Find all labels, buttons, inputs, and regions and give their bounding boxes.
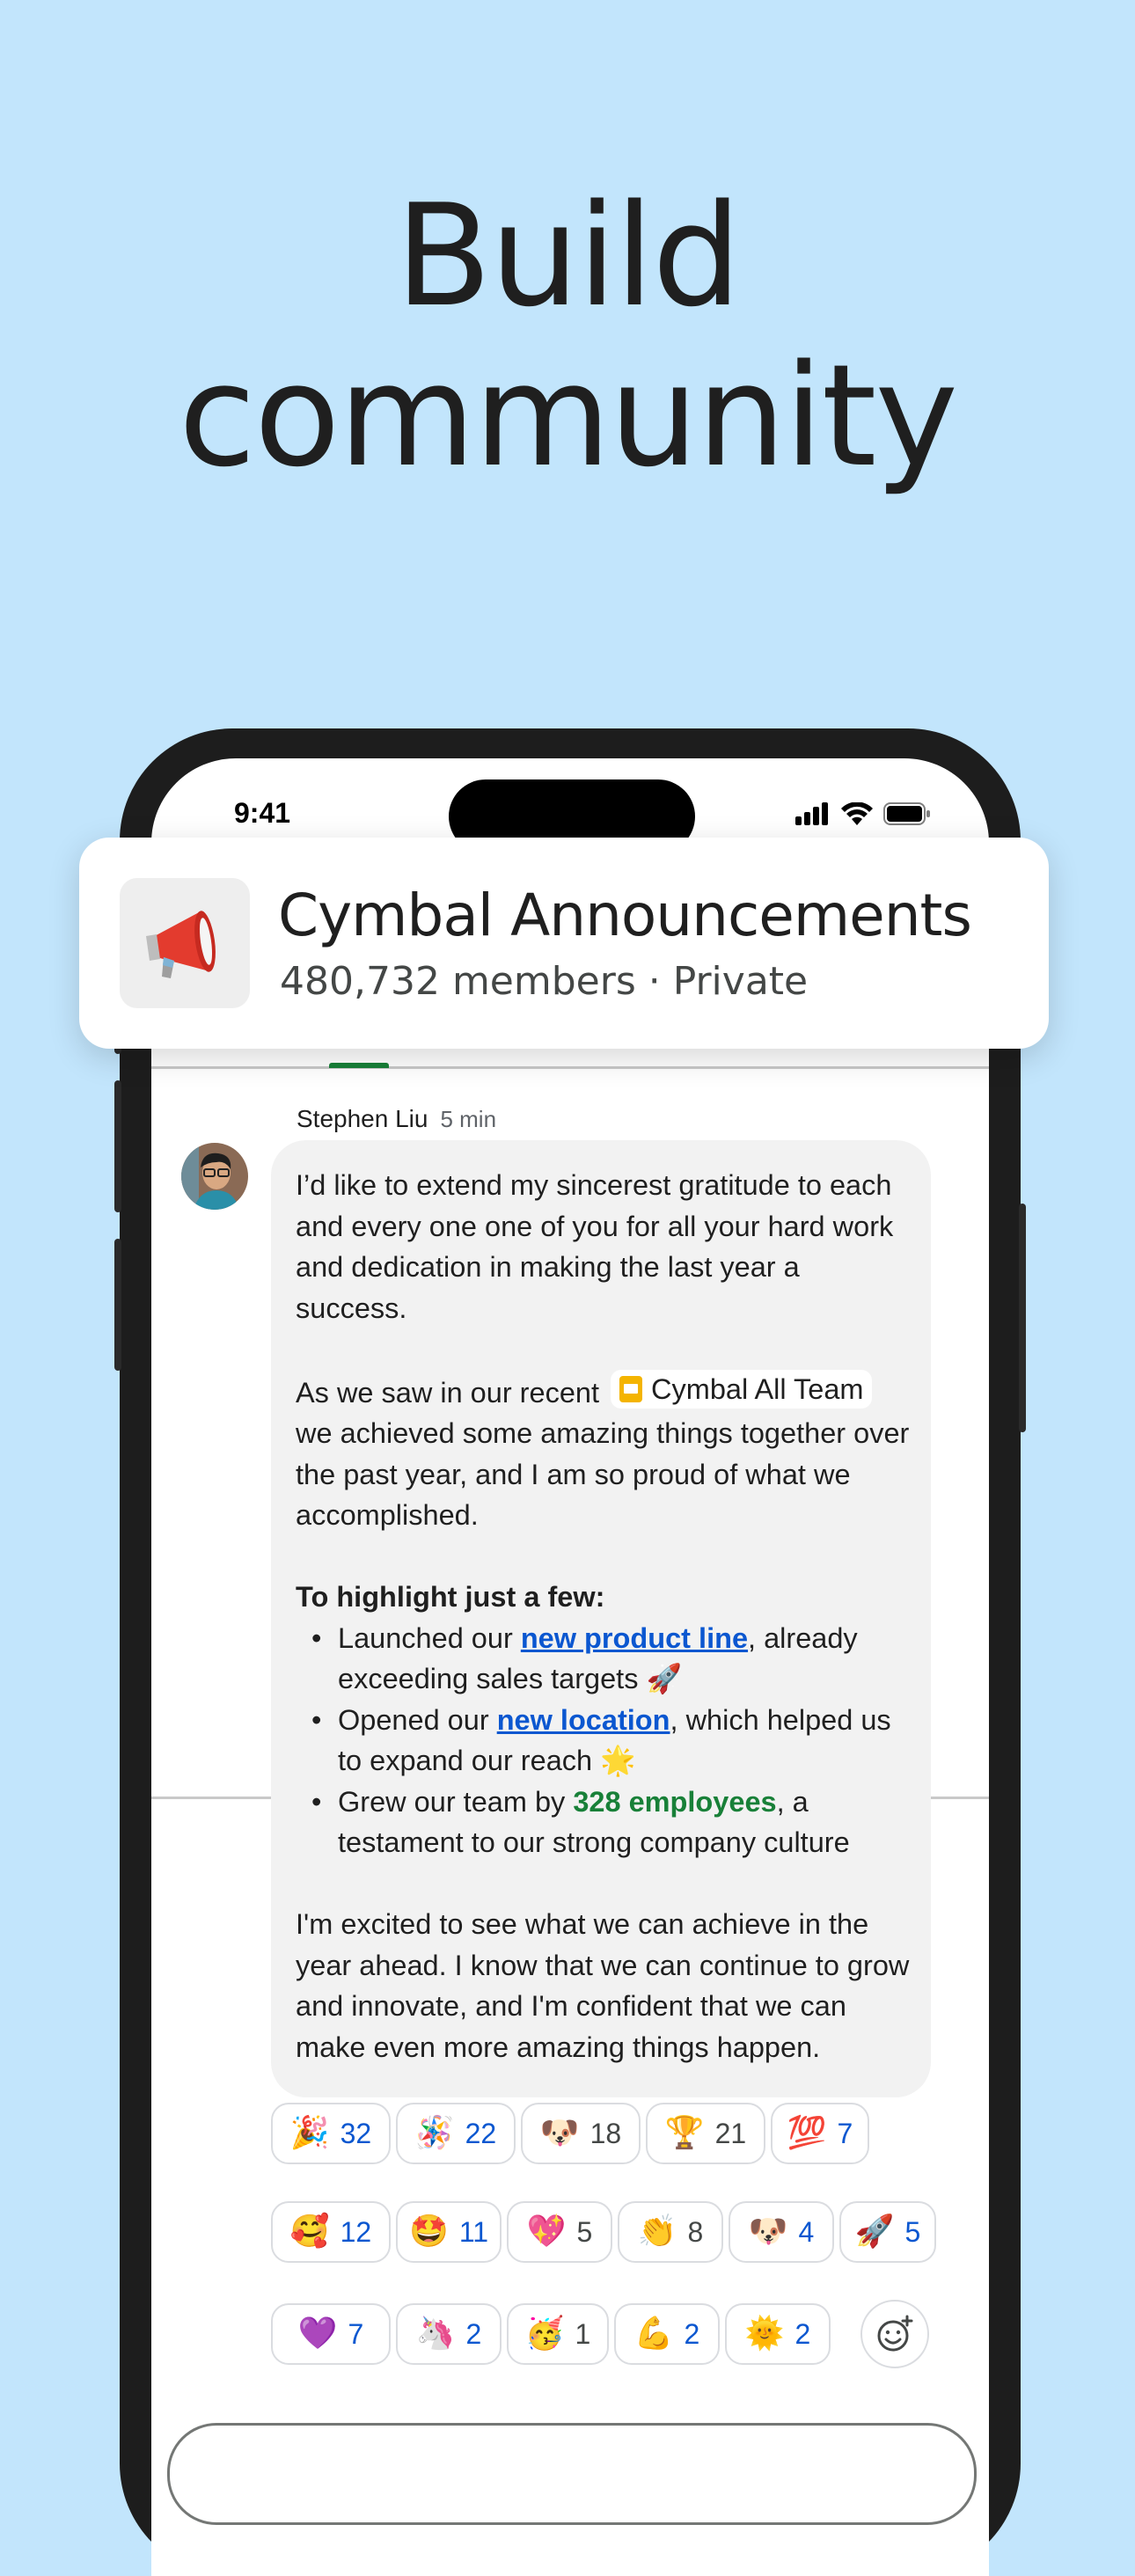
reaction-chip[interactable]: 🦄 2 — [396, 2303, 502, 2365]
link-new-product-line[interactable]: new product line — [521, 1622, 748, 1654]
reaction-chip[interactable]: 💪 2 — [614, 2303, 720, 2365]
megaphone-icon — [146, 911, 216, 978]
phone-side-button — [114, 1239, 121, 1371]
phone-side-button — [1019, 1204, 1026, 1432]
header-divider-line — [151, 1066, 989, 1069]
reaction-chip[interactable]: 🌞 2 — [725, 2303, 831, 2365]
message-paragraph: I'm excited to see what we can achieve i… — [296, 1908, 910, 2063]
reaction-chip[interactable]: 💜 7 — [271, 2303, 391, 2365]
highlight-title: To highlight just a few: — [296, 1581, 605, 1613]
list-item: Launched our new product line, already e… — [311, 1618, 912, 1700]
reaction-chip[interactable]: 💯 7 — [771, 2103, 869, 2164]
file-chip-label: Cymbal All Team — [651, 1372, 864, 1405]
sender-name: Stephen Liu — [297, 1105, 428, 1132]
phone-side-button — [114, 1080, 121, 1212]
wifi-icon — [841, 802, 873, 825]
reaction-row: 💜 7 🦄 2 🥳 1 💪 2 🌞 2 — [271, 2300, 975, 2368]
message-time: 5 min — [440, 1106, 497, 1132]
add-emoji-icon — [877, 2315, 913, 2352]
group-meta: 480,732 members · Private — [280, 959, 809, 1004]
reactions-area: 🎉 32 🪅 22 🐶 18 🏆 21 💯 7 🥰 12 🤩 11 💖 5 👏 8 🐶 4 🚀 5 💜… — [271, 2103, 975, 2405]
highlight-list: Launched our new product line, already e… — [296, 1618, 912, 1863]
group-avatar — [120, 878, 250, 1008]
battery-icon — [883, 802, 930, 825]
avatar-image — [181, 1143, 248, 1210]
list-item: Grew our team by 328 employees, a testam… — [311, 1782, 912, 1863]
status-time: 9:41 — [234, 797, 291, 829]
group-name: Cymbal Announcements — [278, 882, 972, 949]
file-chip[interactable]: Cymbal All Team — [611, 1369, 873, 1409]
reaction-chip[interactable]: 🐶 4 — [729, 2201, 834, 2263]
reaction-chip[interactable]: 🪅 22 — [396, 2103, 516, 2164]
reaction-row: 🥰 12 🤩 11 💖 5 👏 8 🐶 4 🚀 5 — [271, 2201, 975, 2263]
message-paragraph: As we saw in our recent Cymbal All Team … — [296, 1369, 912, 1536]
reaction-chip[interactable]: 🤩 11 — [396, 2201, 502, 2263]
group-header-card[interactable]: Cymbal Announcements 480,732 members · P… — [79, 838, 1049, 1049]
reaction-chip[interactable]: 🥰 12 — [271, 2201, 391, 2263]
headline-line-2: community — [178, 333, 958, 498]
status-icons — [795, 802, 931, 825]
reaction-chip[interactable]: 💖 5 — [507, 2201, 612, 2263]
reaction-chip[interactable]: 🏆 21 — [646, 2103, 765, 2164]
message-paragraph: I’d like to extend my sincerest gratitud… — [296, 1169, 894, 1324]
compose-input[interactable] — [167, 2423, 977, 2525]
slides-icon — [619, 1375, 643, 1402]
headline-line-1: Build — [395, 173, 742, 338]
message-sender: Stephen Liu 5 min — [297, 1105, 496, 1133]
tab-indicator[interactable] — [329, 1063, 389, 1068]
reaction-row: 🎉 32 🪅 22 🐶 18 🏆 21 💯 7 — [271, 2103, 975, 2164]
reaction-chip[interactable]: 🐶 18 — [521, 2103, 641, 2164]
link-new-location[interactable]: new location — [497, 1704, 670, 1736]
list-item: Opened our new location, which helped us… — [311, 1700, 912, 1782]
signal-icon — [795, 802, 828, 825]
headline: Build community — [0, 176, 1135, 496]
avatar[interactable] — [181, 1143, 248, 1210]
highlight-employees: 328 employees — [573, 1785, 777, 1818]
reaction-chip[interactable]: 🎉 32 — [271, 2103, 391, 2164]
reaction-chip[interactable]: 👏 8 — [618, 2201, 723, 2263]
reaction-chip[interactable]: 🥳 1 — [507, 2303, 609, 2365]
add-reaction-button[interactable] — [860, 2300, 929, 2368]
reaction-chip[interactable]: 🚀 5 — [839, 2201, 936, 2263]
message-body: I’d like to extend my sincerest gratitud… — [296, 1165, 912, 2067]
